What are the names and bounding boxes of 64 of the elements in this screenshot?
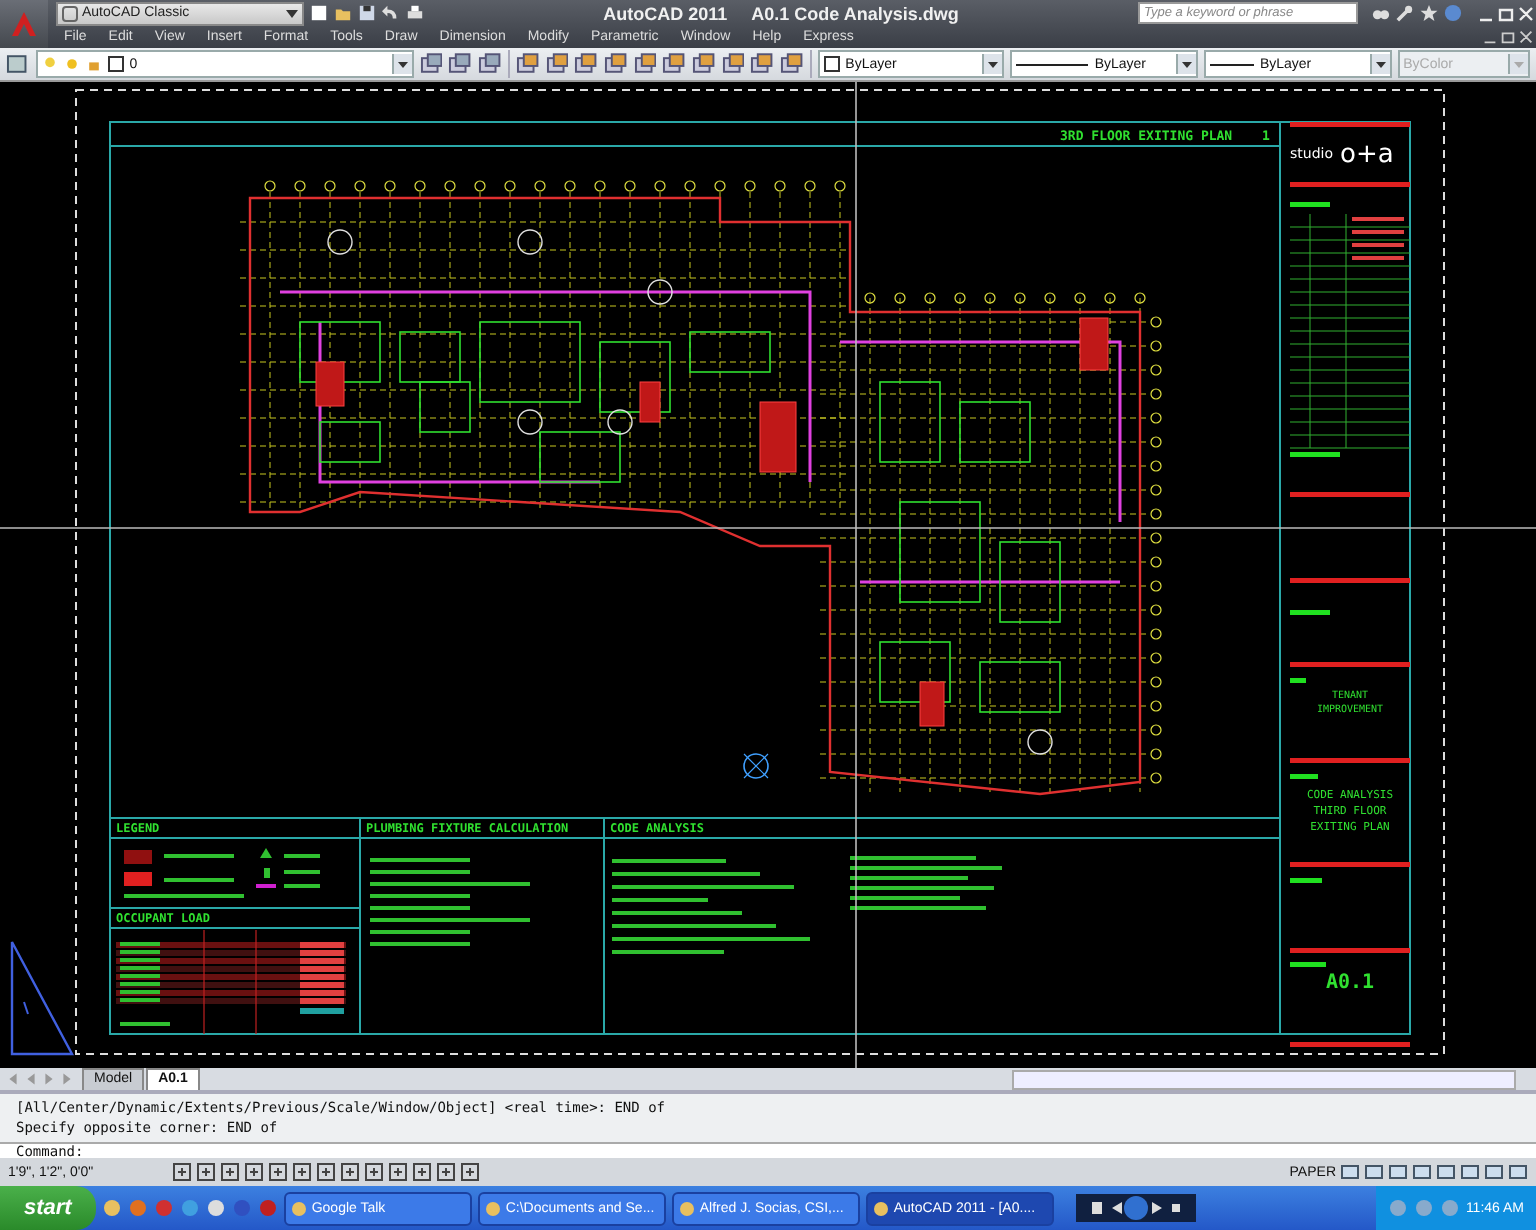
document-controls-icon[interactable] xyxy=(1480,28,1536,46)
status-tool-icon[interactable] xyxy=(1340,1162,1360,1183)
app-title: AutoCAD 2011 xyxy=(603,3,728,23)
layer-tool-icon[interactable] xyxy=(545,52,569,77)
status-tool-icon[interactable] xyxy=(1412,1162,1432,1183)
layer-tool-icon[interactable] xyxy=(633,52,657,77)
drafting-toggle-icon[interactable] xyxy=(196,1162,216,1183)
caret-icon xyxy=(1369,54,1390,75)
drafting-toggle-icon[interactable] xyxy=(172,1162,192,1183)
folder-icon[interactable] xyxy=(334,4,352,22)
layer-tool-icon[interactable] xyxy=(603,52,628,77)
file-title: A0.1 Code Analysis.dwg xyxy=(751,3,959,23)
lightbulb-icon xyxy=(41,56,58,73)
status-tool-icon[interactable] xyxy=(1364,1162,1384,1183)
layer-tool-icon[interactable] xyxy=(574,52,598,77)
status-tool-icon[interactable] xyxy=(1460,1162,1480,1183)
drafting-toggle-icon[interactable] xyxy=(340,1162,360,1183)
layer-tool-icon[interactable] xyxy=(662,52,686,77)
a-logo-icon xyxy=(8,8,40,40)
drafting-toggle-icon[interactable] xyxy=(244,1162,264,1183)
horizontal-scrollbar[interactable] xyxy=(1012,1069,1516,1090)
sheet-number: A0.1 xyxy=(1325,972,1375,995)
status-tool-icon[interactable] xyxy=(1484,1162,1504,1183)
layer-tool-icon[interactable] xyxy=(780,52,804,77)
caret-icon xyxy=(391,54,412,75)
layer-tool-icon[interactable] xyxy=(448,52,473,77)
caret-icon xyxy=(1175,54,1196,75)
printer-icon[interactable] xyxy=(406,4,424,22)
status-tool-icon[interactable] xyxy=(1436,1162,1456,1183)
window-controls-icon[interactable] xyxy=(1476,3,1536,23)
drafting-toggle-icon[interactable] xyxy=(460,1162,480,1183)
caret-icon xyxy=(286,9,298,17)
drafting-toggle-icon[interactable] xyxy=(268,1162,288,1183)
layer-properties-icon[interactable] xyxy=(6,52,30,77)
layer-tool-icon[interactable] xyxy=(515,52,540,77)
layer-tool-icon[interactable] xyxy=(721,52,745,77)
drafting-toggle-icon[interactable] xyxy=(316,1162,336,1183)
undo-icon[interactable] xyxy=(382,4,400,22)
status-tool-icon[interactable] xyxy=(1388,1162,1408,1183)
sun-icon xyxy=(63,56,80,73)
layer-tool-icon[interactable] xyxy=(478,52,502,77)
drafting-toggle-icon[interactable] xyxy=(412,1162,432,1183)
drafting-toggle-icon[interactable] xyxy=(388,1162,408,1183)
binoculars-icon[interactable] xyxy=(1372,4,1390,22)
wrench-icon[interactable] xyxy=(1396,4,1414,22)
ucs-icon xyxy=(10,941,74,1056)
star-icon[interactable] xyxy=(1420,4,1438,22)
save-icon[interactable] xyxy=(358,4,376,22)
padlock-icon xyxy=(85,56,102,73)
firm-logo: o+a xyxy=(1340,140,1394,171)
layer-tool-icon[interactable] xyxy=(419,52,443,77)
quick-launch-icon[interactable] xyxy=(205,1198,226,1218)
caret-icon xyxy=(982,54,1003,75)
layer-tool-icon[interactable] xyxy=(750,52,775,77)
caret-icon xyxy=(1507,54,1528,75)
drafting-toggle-icon[interactable] xyxy=(220,1162,240,1183)
media-player-controls-icon[interactable] xyxy=(1075,1194,1196,1222)
drafting-toggle-icon[interactable] xyxy=(364,1162,384,1183)
drafting-toggle-icon[interactable] xyxy=(436,1162,456,1183)
drafting-toggle-icon[interactable] xyxy=(292,1162,312,1183)
new-file-icon[interactable] xyxy=(310,4,328,22)
status-tool-icon[interactable] xyxy=(1508,1162,1528,1183)
layer-tool-icon[interactable] xyxy=(691,52,716,77)
quick-launch-icon[interactable] xyxy=(101,1198,122,1218)
